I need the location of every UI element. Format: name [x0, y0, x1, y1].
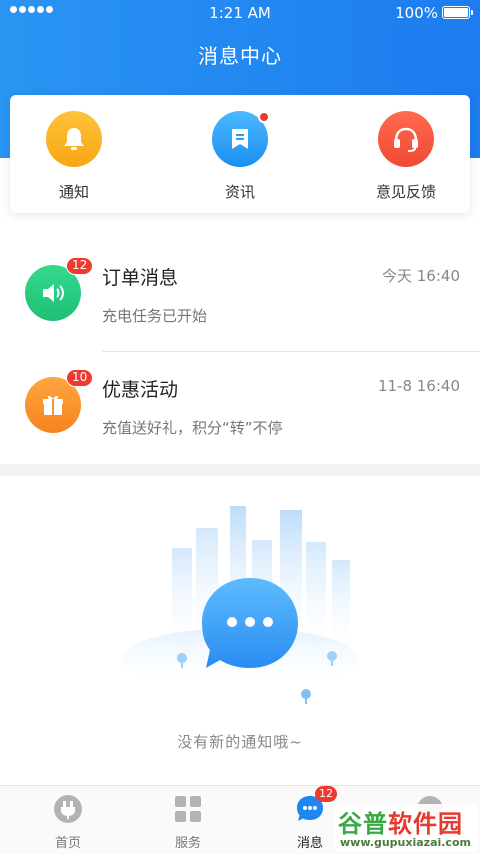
list-divider: [102, 351, 480, 352]
unread-count-badge: 12: [66, 257, 94, 275]
status-bar: 1:21 AM 100%: [0, 0, 480, 26]
unread-dot: [258, 111, 270, 123]
bell-icon: [46, 111, 102, 167]
quick-action-notice[interactable]: 通知: [14, 111, 134, 202]
empty-state-text: 没有新的通知哦~: [177, 733, 303, 751]
quick-action-feedback[interactable]: 意见反馈: [346, 111, 466, 202]
headset-icon: [378, 111, 434, 167]
watermark-url: www.gupuxiazai.com: [340, 836, 471, 849]
unread-count-badge: 10: [66, 369, 94, 387]
battery-percentage: 100%: [395, 4, 438, 22]
quick-action-news[interactable]: 资讯: [180, 111, 300, 202]
plug-icon: [51, 792, 85, 826]
grid-icon: [171, 792, 205, 826]
message-preview: 充值送好礼，积分“转”不停: [102, 419, 283, 437]
message-item-order[interactable]: 12 订单消息 今天 16:40 充电任务已开始: [0, 245, 480, 357]
tab-service[interactable]: 服务: [128, 792, 248, 851]
watermark-title: 谷普软件园: [338, 804, 463, 839]
quick-action-label: 意见反馈: [375, 183, 436, 201]
empty-state-illustration: [110, 498, 370, 710]
message-title: 优惠活动: [102, 379, 179, 401]
page-title: 消息中心: [198, 44, 282, 68]
tab-label: 首页: [54, 836, 81, 851]
quick-actions-card: 通知 资讯 意见反馈: [10, 95, 470, 213]
message-time: 11-8 16:40: [377, 377, 460, 395]
quick-action-label: 资讯: [224, 183, 255, 201]
site-watermark: 谷普软件园 www.gupuxiazai.com: [334, 804, 478, 852]
battery-icon: [442, 6, 473, 19]
tab-label: 服务: [174, 836, 201, 851]
watermark-title-part1: 谷普: [338, 810, 388, 838]
message-item-promo[interactable]: 10 优惠活动 11-8 16:40 充值送好礼，积分“转”不停: [0, 357, 480, 469]
news-icon: [212, 111, 270, 167]
tab-home[interactable]: 首页: [8, 792, 128, 851]
message-title: 订单消息: [102, 267, 179, 289]
message-time: 今天 16:40: [382, 267, 460, 285]
watermark-title-part2: 软件园: [388, 810, 463, 838]
section-separator: [0, 464, 480, 476]
tab-unread-badge: 12: [315, 786, 337, 802]
chat-bubble-icon: 12: [293, 786, 337, 826]
message-preview: 充电任务已开始: [102, 307, 208, 325]
quick-action-label: 通知: [58, 183, 89, 201]
